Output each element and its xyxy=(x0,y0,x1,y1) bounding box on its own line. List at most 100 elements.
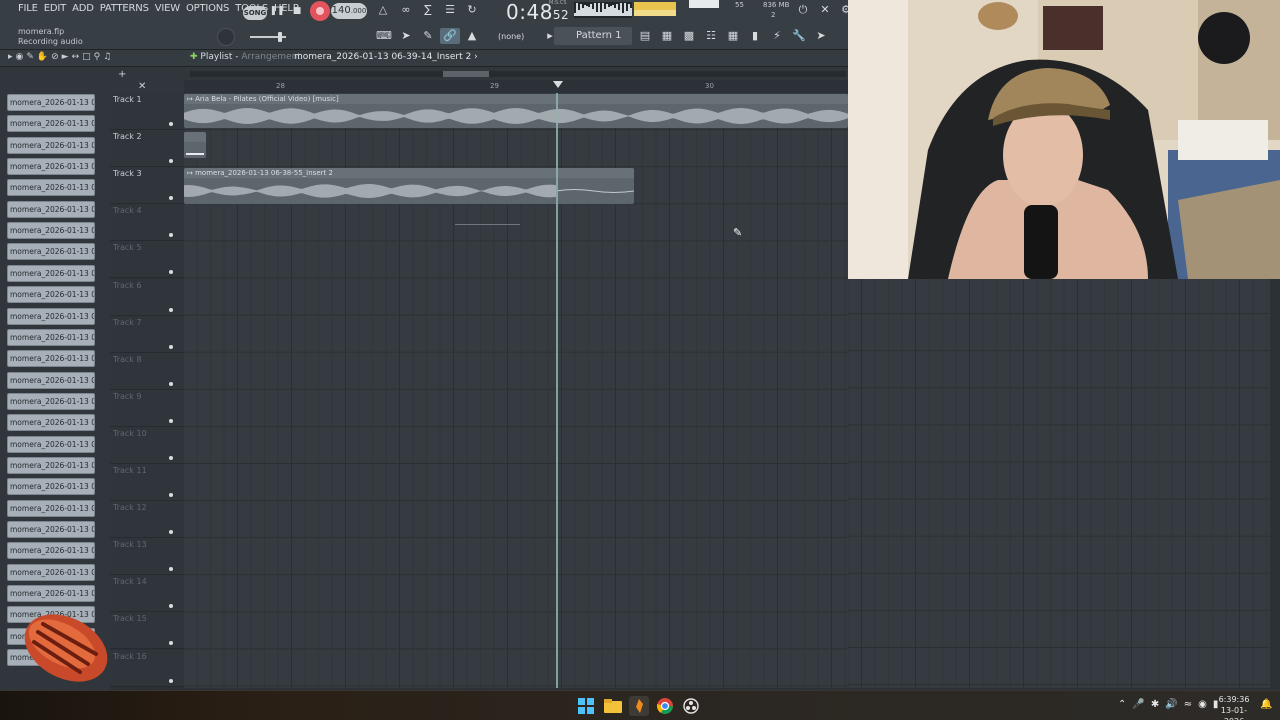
picker-item[interactable]: momera_2026-01-13 06... xyxy=(7,136,95,154)
track-header[interactable]: Track 12 xyxy=(110,501,184,539)
track-mute-button[interactable] xyxy=(169,530,173,535)
track-header[interactable]: Track 16 xyxy=(110,649,184,687)
power-icon[interactable]: ⏻ xyxy=(793,2,813,18)
track-header[interactable]: Track 2 xyxy=(110,130,184,168)
wrench-icon[interactable]: 🔧 xyxy=(789,28,809,44)
picker-item[interactable]: momera_2026-01-13 06... xyxy=(7,350,95,368)
track-header[interactable]: Track 1 xyxy=(110,93,184,130)
track-header[interactable]: Track 11 xyxy=(110,464,184,501)
close-icon[interactable]: ✕ xyxy=(138,81,146,92)
menu-patterns[interactable]: PATTERNS xyxy=(100,3,149,14)
project-info-icon[interactable]: ▮ xyxy=(745,28,765,44)
stamp-icon[interactable]: ▲ xyxy=(462,28,482,44)
track-mute-button[interactable] xyxy=(169,455,173,460)
playhead-marker[interactable] xyxy=(553,81,563,88)
scroll-thumb[interactable] xyxy=(443,71,489,77)
arrow-right-icon[interactable]: ➤ xyxy=(396,28,416,44)
picker-item[interactable]: momera_2026-01-13 06... xyxy=(7,307,95,325)
picker-item[interactable]: momera_2026-01-13 06... xyxy=(7,392,95,410)
snap-selector[interactable]: (none) xyxy=(494,30,536,44)
pattern-selector[interactable]: Pattern 1 xyxy=(554,27,632,45)
tempo-display[interactable]: 140.000 xyxy=(331,3,367,19)
track-mute-button[interactable] xyxy=(169,270,173,275)
stop-button[interactable]: ■ xyxy=(288,2,306,20)
wifi-icon[interactable]: ◉ xyxy=(1198,699,1213,710)
picker-item[interactable]: momera_2026-01-13 06... xyxy=(7,585,95,603)
picker-item[interactable]: momera_2026-01-13 06... xyxy=(7,371,95,389)
rocket-icon[interactable]: ➤ xyxy=(811,28,831,44)
obs-icon[interactable] xyxy=(681,696,701,716)
track-header[interactable]: Track 6 xyxy=(110,278,184,316)
timeline-ruler[interactable]: 28 29 30 xyxy=(184,80,848,93)
picker-item[interactable]: momera_2026-01-13 06... xyxy=(7,435,95,453)
mixer-icon[interactable]: ☷ xyxy=(701,28,721,44)
wait-for-input-icon[interactable]: ∞ xyxy=(396,2,416,18)
system-tray[interactable]: ⌃🎤✱🔊≈◉▮ xyxy=(1118,699,1224,710)
record-button[interactable] xyxy=(310,1,330,21)
notification-bell-icon[interactable]: 🔔 xyxy=(1260,699,1272,710)
track-mute-button[interactable] xyxy=(169,567,173,572)
audio-clip[interactable]: ↦ momera_2026-01-13 06-38-55_Insert 2 xyxy=(184,168,634,204)
track-mute-button[interactable] xyxy=(169,604,173,609)
picker-item[interactable]: momera_2026-01-13 06... xyxy=(7,542,95,560)
picker-item[interactable]: momera_2026-01-13 06... xyxy=(7,94,95,111)
track-header[interactable]: Track 7 xyxy=(110,315,184,353)
picker-item[interactable]: momera_2026-01-13 06... xyxy=(7,499,95,517)
network-icon[interactable]: ≈ xyxy=(1184,699,1198,710)
picker-item[interactable]: momera_2026-01-13 06... xyxy=(7,115,95,133)
track-mute-button[interactable] xyxy=(169,641,173,646)
pencil-icon[interactable]: ✎ xyxy=(418,28,438,44)
countdown-icon[interactable]: ∑ xyxy=(418,2,438,18)
microphone-icon[interactable]: 🎤 xyxy=(1132,699,1150,710)
menu-add[interactable]: ADD xyxy=(72,3,94,14)
picker-item[interactable]: momera_2026-01-13 06... xyxy=(7,414,95,432)
picker-item[interactable]: momera_2026-01-13 06... xyxy=(7,158,95,176)
volume-icon[interactable]: 🔊 xyxy=(1165,699,1183,710)
picker-item[interactable]: momera_2026-01-13 06... xyxy=(7,286,95,304)
track-header[interactable]: Track 15 xyxy=(110,612,184,650)
track-header[interactable]: Track 13 xyxy=(110,538,184,576)
blend-notes-icon[interactable]: ☰ xyxy=(440,2,460,18)
file-explorer-icon[interactable] xyxy=(603,696,623,716)
taskbar-clock[interactable]: 6:39:36 13-01-2026 xyxy=(1212,694,1256,720)
chevron-up-icon[interactable]: ⌃ xyxy=(1118,699,1132,710)
horizontal-scrollbar[interactable] xyxy=(190,71,846,77)
track-header[interactable]: Track 14 xyxy=(110,575,184,613)
track-mute-button[interactable] xyxy=(169,493,173,497)
link-icon[interactable]: 🔗 xyxy=(440,28,460,44)
track-mute-button[interactable] xyxy=(169,307,173,312)
track-mute-button[interactable] xyxy=(169,159,173,164)
track-header[interactable]: Track 4 xyxy=(110,204,184,242)
picker-item[interactable]: momera_2026-01-13 06... xyxy=(7,222,95,240)
master-pitch-slider[interactable] xyxy=(250,32,286,42)
track-header[interactable]: Track 9 xyxy=(110,389,184,427)
menu-options[interactable]: OPTIONS xyxy=(186,3,229,14)
fl-studio-icon[interactable] xyxy=(629,696,649,716)
loop-record-icon[interactable]: ↻ xyxy=(462,2,482,18)
track-mute-button[interactable] xyxy=(169,418,173,423)
piano-roll-icon[interactable]: ⌨ xyxy=(374,28,394,44)
play-pause-button[interactable]: ❚❚ xyxy=(268,2,286,20)
audio-clip[interactable]: ↦ Aria Bela - Pilates (Official Video) [… xyxy=(184,94,848,128)
picker-item[interactable]: momera_2026-01-13 06... xyxy=(7,328,95,346)
playlist-grid-extension[interactable] xyxy=(848,279,1270,688)
windows-start-icon[interactable] xyxy=(576,696,596,716)
plugin-icon[interactable]: ⚡ xyxy=(767,28,787,44)
menu-view[interactable]: VIEW xyxy=(155,3,180,14)
chrome-icon[interactable] xyxy=(655,696,675,716)
track-mute-button[interactable] xyxy=(169,678,173,683)
add-icon[interactable]: + xyxy=(118,69,126,80)
audio-clip[interactable] xyxy=(184,132,206,158)
track-header[interactable]: Track 10 xyxy=(110,426,184,464)
picker-item[interactable]: momera_2026-01-13 06... xyxy=(7,243,95,261)
track-header[interactable]: Track 5 xyxy=(110,241,184,279)
playlist-window-icon[interactable]: ▤ xyxy=(635,28,655,44)
bluetooth-icon[interactable]: ✱ xyxy=(1151,699,1165,710)
picker-item[interactable]: momera_2026-01-13 06... xyxy=(7,521,95,538)
menu-edit[interactable]: EDIT xyxy=(44,3,66,14)
active-clip-selector[interactable]: momera_2026-01-13 06-39-14_Insert 2 › xyxy=(294,52,478,62)
picker-item[interactable]: momera_2026-01-13 06... xyxy=(7,179,95,197)
track-mute-button[interactable] xyxy=(169,233,173,238)
pattern-song-toggle[interactable]: SONG xyxy=(243,6,267,20)
track-mute-button[interactable] xyxy=(169,122,173,126)
